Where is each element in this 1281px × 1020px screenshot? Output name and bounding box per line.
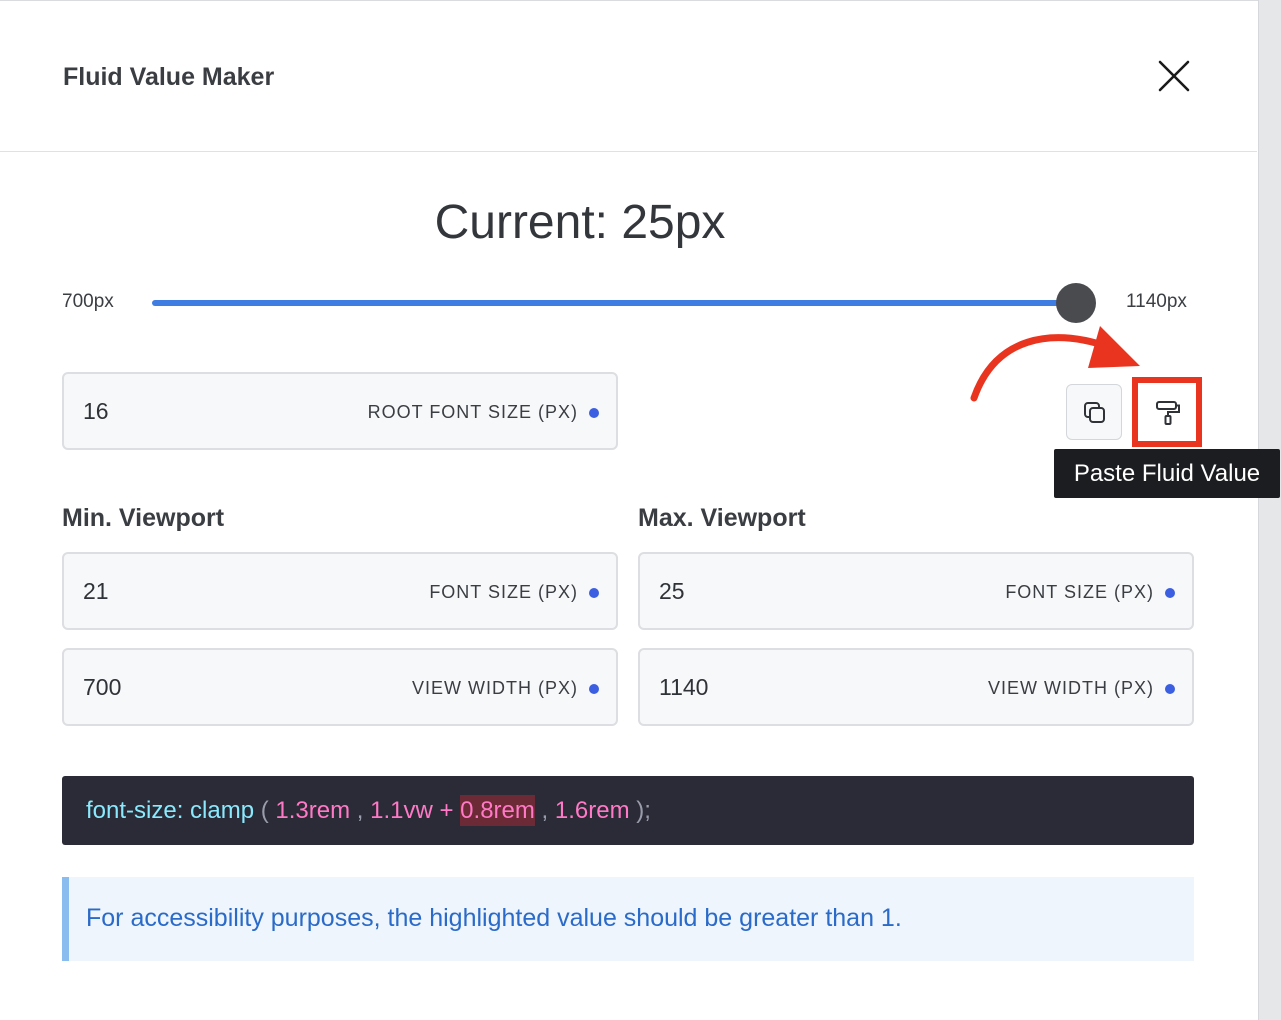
unit-dot [1165,588,1175,598]
code-min-value: 1.3rem [275,797,351,824]
accessibility-notice: For accessibility purposes, the highligh… [62,877,1194,961]
max-font-size-field[interactable]: 25 FONT SIZE (PX) [638,552,1194,630]
min-font-size-field[interactable]: 21 FONT SIZE (PX) [62,552,618,630]
code-preferred-vw: 1.1vw [370,797,433,824]
close-icon [1158,60,1190,92]
accessibility-notice-text: For accessibility purposes, the highligh… [86,904,902,932]
page-scroll-gutter [1258,0,1281,1020]
viewport-slider-thumb[interactable] [1056,283,1096,323]
code-plus: + [432,797,461,824]
code-max-value: 1.6rem [554,797,630,824]
root-font-size-field[interactable]: 16 ROOT FONT SIZE (PX) [62,372,618,450]
min-font-size-label: FONT SIZE (PX) [429,582,578,602]
unit-dot [589,588,599,598]
copy-icon [1084,402,1105,423]
root-font-size-value: 16 [83,398,109,424]
min-viewport-title: Min. Viewport [62,504,225,532]
close-button[interactable] [1154,56,1194,96]
slider-min-label: 700px [62,291,114,312]
code-separator: , [350,797,371,824]
max-view-width-field[interactable]: 1140 VIEW WIDTH (PX) [638,648,1194,726]
css-output-code[interactable]: font-size: clamp ( 1.3rem , 1.1vw + 0.8r… [62,776,1194,845]
min-view-width-label: VIEW WIDTH (PX) [412,678,578,698]
max-font-size-label: FONT SIZE (PX) [1005,582,1154,602]
min-view-width-value: 700 [83,674,122,700]
copy-button[interactable] [1066,384,1122,440]
max-viewport-title: Max. Viewport [638,504,806,532]
unit-dot [589,408,599,418]
viewport-slider-track[interactable] [152,300,1076,306]
slider-max-label: 1140px [1126,291,1187,312]
modal-title: Fluid Value Maker [63,63,275,91]
max-view-width-label: VIEW WIDTH (PX) [988,678,1154,698]
root-font-size-label: ROOT FONT SIZE (PX) [367,402,578,422]
code-preferred-rem-highlighted: 0.8rem [460,795,535,826]
code-close: ); [629,797,651,824]
modal-header: Fluid Value Maker [0,1,1257,152]
unit-dot [1165,684,1175,694]
max-font-size-value: 25 [659,578,685,604]
min-view-width-field[interactable]: 700 VIEW WIDTH (PX) [62,648,618,726]
code-open-paren: ( [254,797,276,824]
fluid-value-maker-page: Fluid Value Maker Current: 25px 700px 11… [0,0,1281,1020]
code-property: font-size: clamp [86,797,255,824]
max-view-width-value: 1140 [659,674,709,700]
paste-fluid-value-tooltip: Paste Fluid Value [1054,449,1280,498]
min-font-size-value: 21 [83,578,109,604]
code-separator: , [534,797,555,824]
current-size-preview: Current: 25px [434,196,726,249]
unit-dot [589,684,599,694]
annotation-highlight-box [1132,377,1202,447]
